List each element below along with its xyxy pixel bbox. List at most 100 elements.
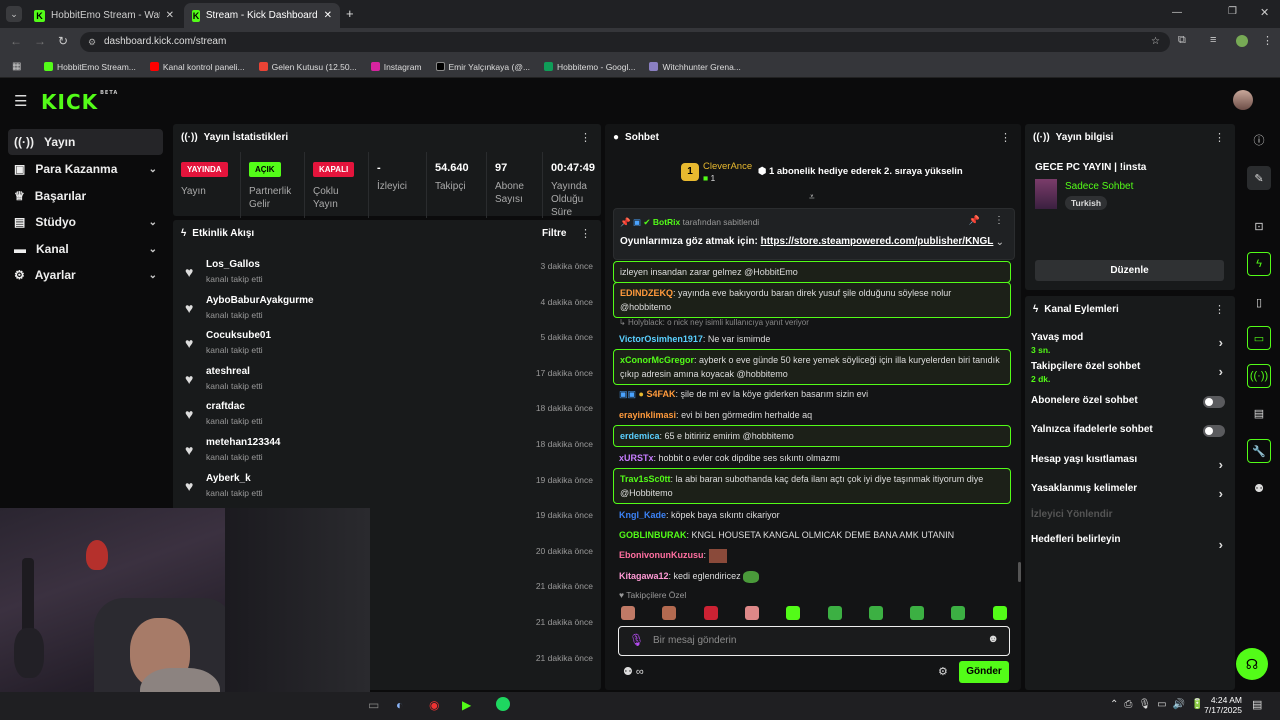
- bookmark-item[interactable]: HobbitEmo Stream...: [44, 62, 136, 72]
- restore-button[interactable]: ❐: [1228, 6, 1237, 17]
- kebab-menu-icon[interactable]: ⋮: [1214, 303, 1225, 316]
- url-input[interactable]: ⚙ dashboard.kick.com/stream ☆: [80, 32, 1170, 52]
- users-icon[interactable]: ⚉: [1247, 476, 1271, 500]
- chat-username[interactable]: xURSTx: [619, 453, 654, 463]
- event-username[interactable]: metehan123344: [206, 437, 281, 448]
- obs-icon[interactable]: ◉: [429, 698, 439, 712]
- toggle-switch[interactable]: [1203, 425, 1225, 437]
- sidebar-item-para-kazanma[interactable]: ▣ Para Kazanma ⌄: [8, 156, 163, 182]
- minimize-button[interactable]: —: [1172, 7, 1182, 18]
- sidebar-item-ayarlar[interactable]: ⚙ Ayarlar ⌄: [8, 262, 163, 288]
- sidebar-item-kanal[interactable]: ▬ Kanal ⌄: [8, 236, 163, 262]
- media-icon[interactable]: ≡: [1210, 34, 1216, 46]
- close-icon[interactable]: ✕: [324, 10, 332, 21]
- taskbar-app-icon[interactable]: ▭: [368, 698, 379, 712]
- tab-dashboard[interactable]: K Stream - Kick Dashboard ✕: [184, 3, 340, 28]
- chat-settings-icon[interactable]: ⚙: [938, 665, 948, 678]
- document-icon[interactable]: ▯: [1247, 290, 1271, 314]
- channel-action-item[interactable]: Takipçilere özel sohbet 2 dk. ›: [1031, 361, 1227, 384]
- chat-users-icon[interactable]: ⚉ ∞: [623, 665, 644, 678]
- sidebar-item-basarilar[interactable]: ♕ Başarılar: [8, 183, 163, 209]
- chat-bubble-icon[interactable]: ▭: [1247, 326, 1271, 350]
- channel-action-item[interactable]: Hedefleri belirleyin ›: [1031, 534, 1227, 552]
- channel-action-item[interactable]: Hesap yaşı kısıtlaması ›: [1031, 454, 1227, 472]
- chat-username[interactable]: EbonivonunKuzusu: [619, 550, 704, 560]
- menu-icon[interactable]: ⋮: [1262, 34, 1273, 47]
- steam-icon[interactable]: ◐: [396, 698, 403, 712]
- channel-action-item[interactable]: Abonelere özel sohbet: [1031, 395, 1227, 408]
- kebab-menu-icon[interactable]: ⋮: [580, 131, 591, 144]
- chat-username[interactable]: Kngl_Kade: [619, 510, 666, 520]
- channel-action-item[interactable]: Yasaklanmış kelimeler ›: [1031, 483, 1227, 501]
- chat-username[interactable]: VictorOsimhen1917: [619, 334, 703, 344]
- chat-input[interactable]: 🎙 Bir mesaj gönderin ☻: [618, 626, 1010, 656]
- camera-icon[interactable]: ⊡: [1247, 214, 1271, 238]
- close-window-button[interactable]: ✕: [1260, 6, 1269, 19]
- wrench-icon[interactable]: 🔧: [1247, 439, 1271, 463]
- pinned-by-user[interactable]: BotRix: [653, 217, 680, 227]
- channel-action-item[interactable]: Yalnızca ifadelerle sohbet: [1031, 424, 1227, 437]
- kick-logo[interactable]: KICK BETA: [41, 90, 118, 114]
- event-username[interactable]: craftdac: [206, 401, 245, 412]
- chat-username[interactable]: Trav1sSc0tt: [620, 474, 671, 484]
- kick-app-icon[interactable]: ▶: [462, 698, 471, 712]
- emote-shortcut[interactable]: [951, 606, 966, 620]
- sidebar-item-studyo[interactable]: ▤ Stüdyo ⌄: [8, 209, 163, 235]
- layout-icon[interactable]: ▤: [1247, 401, 1271, 425]
- back-icon[interactable]: ←: [10, 34, 22, 48]
- hamburger-menu-icon[interactable]: ☰: [14, 92, 27, 110]
- bookmark-item[interactable]: Gelen Kutusu (12.50...: [258, 62, 357, 72]
- forward-icon[interactable]: →: [34, 34, 46, 48]
- chat-username[interactable]: Kitagawa12: [619, 571, 669, 581]
- bookmark-item[interactable]: Emir Yalçınkaya (@...: [435, 62, 530, 72]
- tray-icons[interactable]: ⌃⎙🎙▭🔊🔋: [1110, 699, 1209, 710]
- chat-username[interactable]: erayinklimasi: [619, 410, 676, 420]
- emote-shortcut[interactable]: [662, 606, 677, 620]
- info-icon[interactable]: ⓘ: [1247, 128, 1271, 152]
- tab-watch[interactable]: K HobbitEmo Stream - Watch Liv ✕: [26, 3, 182, 28]
- chat-username[interactable]: GOBLINBURAK: [619, 530, 687, 540]
- emote-shortcut[interactable]: [621, 606, 635, 620]
- filter-button[interactable]: Filtre: [542, 228, 566, 239]
- bookmark-star-icon[interactable]: ☆: [1151, 32, 1160, 52]
- sidebar-item-yayin[interactable]: ((·)) Yayın: [8, 129, 163, 155]
- kebab-menu-icon[interactable]: ⋮: [1214, 131, 1225, 144]
- spotify-icon[interactable]: [496, 697, 510, 711]
- new-tab-button[interactable]: +: [346, 6, 354, 21]
- reload-icon[interactable]: ↻: [58, 34, 68, 48]
- bookmark-item[interactable]: Kanal kontrol paneli...: [149, 62, 245, 72]
- expand-goals-icon[interactable]: ⩡: [809, 192, 815, 203]
- edit-icon[interactable]: ✎: [1247, 166, 1271, 190]
- notification-icon[interactable]: ▤: [1252, 698, 1262, 711]
- emote-shortcut[interactable]: [827, 606, 842, 620]
- emote-shortcut[interactable]: [910, 606, 925, 620]
- close-icon[interactable]: ✕: [166, 10, 174, 21]
- edit-button[interactable]: Düzenle: [1035, 260, 1224, 281]
- bookmark-item[interactable]: Witchhunter Grena...: [649, 62, 741, 72]
- broadcast-icon[interactable]: ((·)): [1247, 364, 1271, 388]
- send-button[interactable]: Gönder: [959, 661, 1009, 683]
- emote-shortcut[interactable]: [703, 606, 718, 620]
- profile-avatar[interactable]: [1236, 35, 1248, 47]
- emote-shortcut[interactable]: [786, 606, 801, 620]
- bookmark-item[interactable]: Hobbitemo - Googl...: [544, 62, 635, 72]
- event-username[interactable]: ateshreal: [206, 366, 250, 377]
- clock[interactable]: 4:24 AM 7/17/2025: [1200, 695, 1242, 715]
- chat-username[interactable]: EDINDZEKQ: [620, 288, 673, 298]
- emote-shortcut[interactable]: [744, 606, 759, 620]
- kebab-menu-icon[interactable]: ⋮: [580, 227, 591, 240]
- event-username[interactable]: Los_Gallos: [206, 259, 260, 270]
- event-username[interactable]: AyboBaburAyakgurme: [206, 295, 314, 306]
- channel-action-item[interactable]: Yavaş mod 3 sn. ›: [1031, 332, 1227, 355]
- bookmark-item[interactable]: Instagram: [370, 62, 422, 72]
- site-info-icon[interactable]: ⚙: [88, 32, 96, 52]
- emote-shortcut[interactable]: [992, 606, 1007, 620]
- chevron-down-icon[interactable]: ⌄: [996, 237, 1004, 248]
- kebab-menu-icon[interactable]: ⋮: [1000, 131, 1011, 144]
- chat-username[interactable]: S4FAK: [646, 389, 675, 399]
- apps-icon[interactable]: ▦: [12, 61, 21, 72]
- tab-search-button[interactable]: ⌄: [6, 6, 22, 22]
- pinned-link[interactable]: https://store.steampowered.com/publisher…: [761, 236, 994, 247]
- chat-username[interactable]: erdemica: [620, 431, 660, 441]
- gifter-username[interactable]: CleverAnce: [703, 161, 752, 172]
